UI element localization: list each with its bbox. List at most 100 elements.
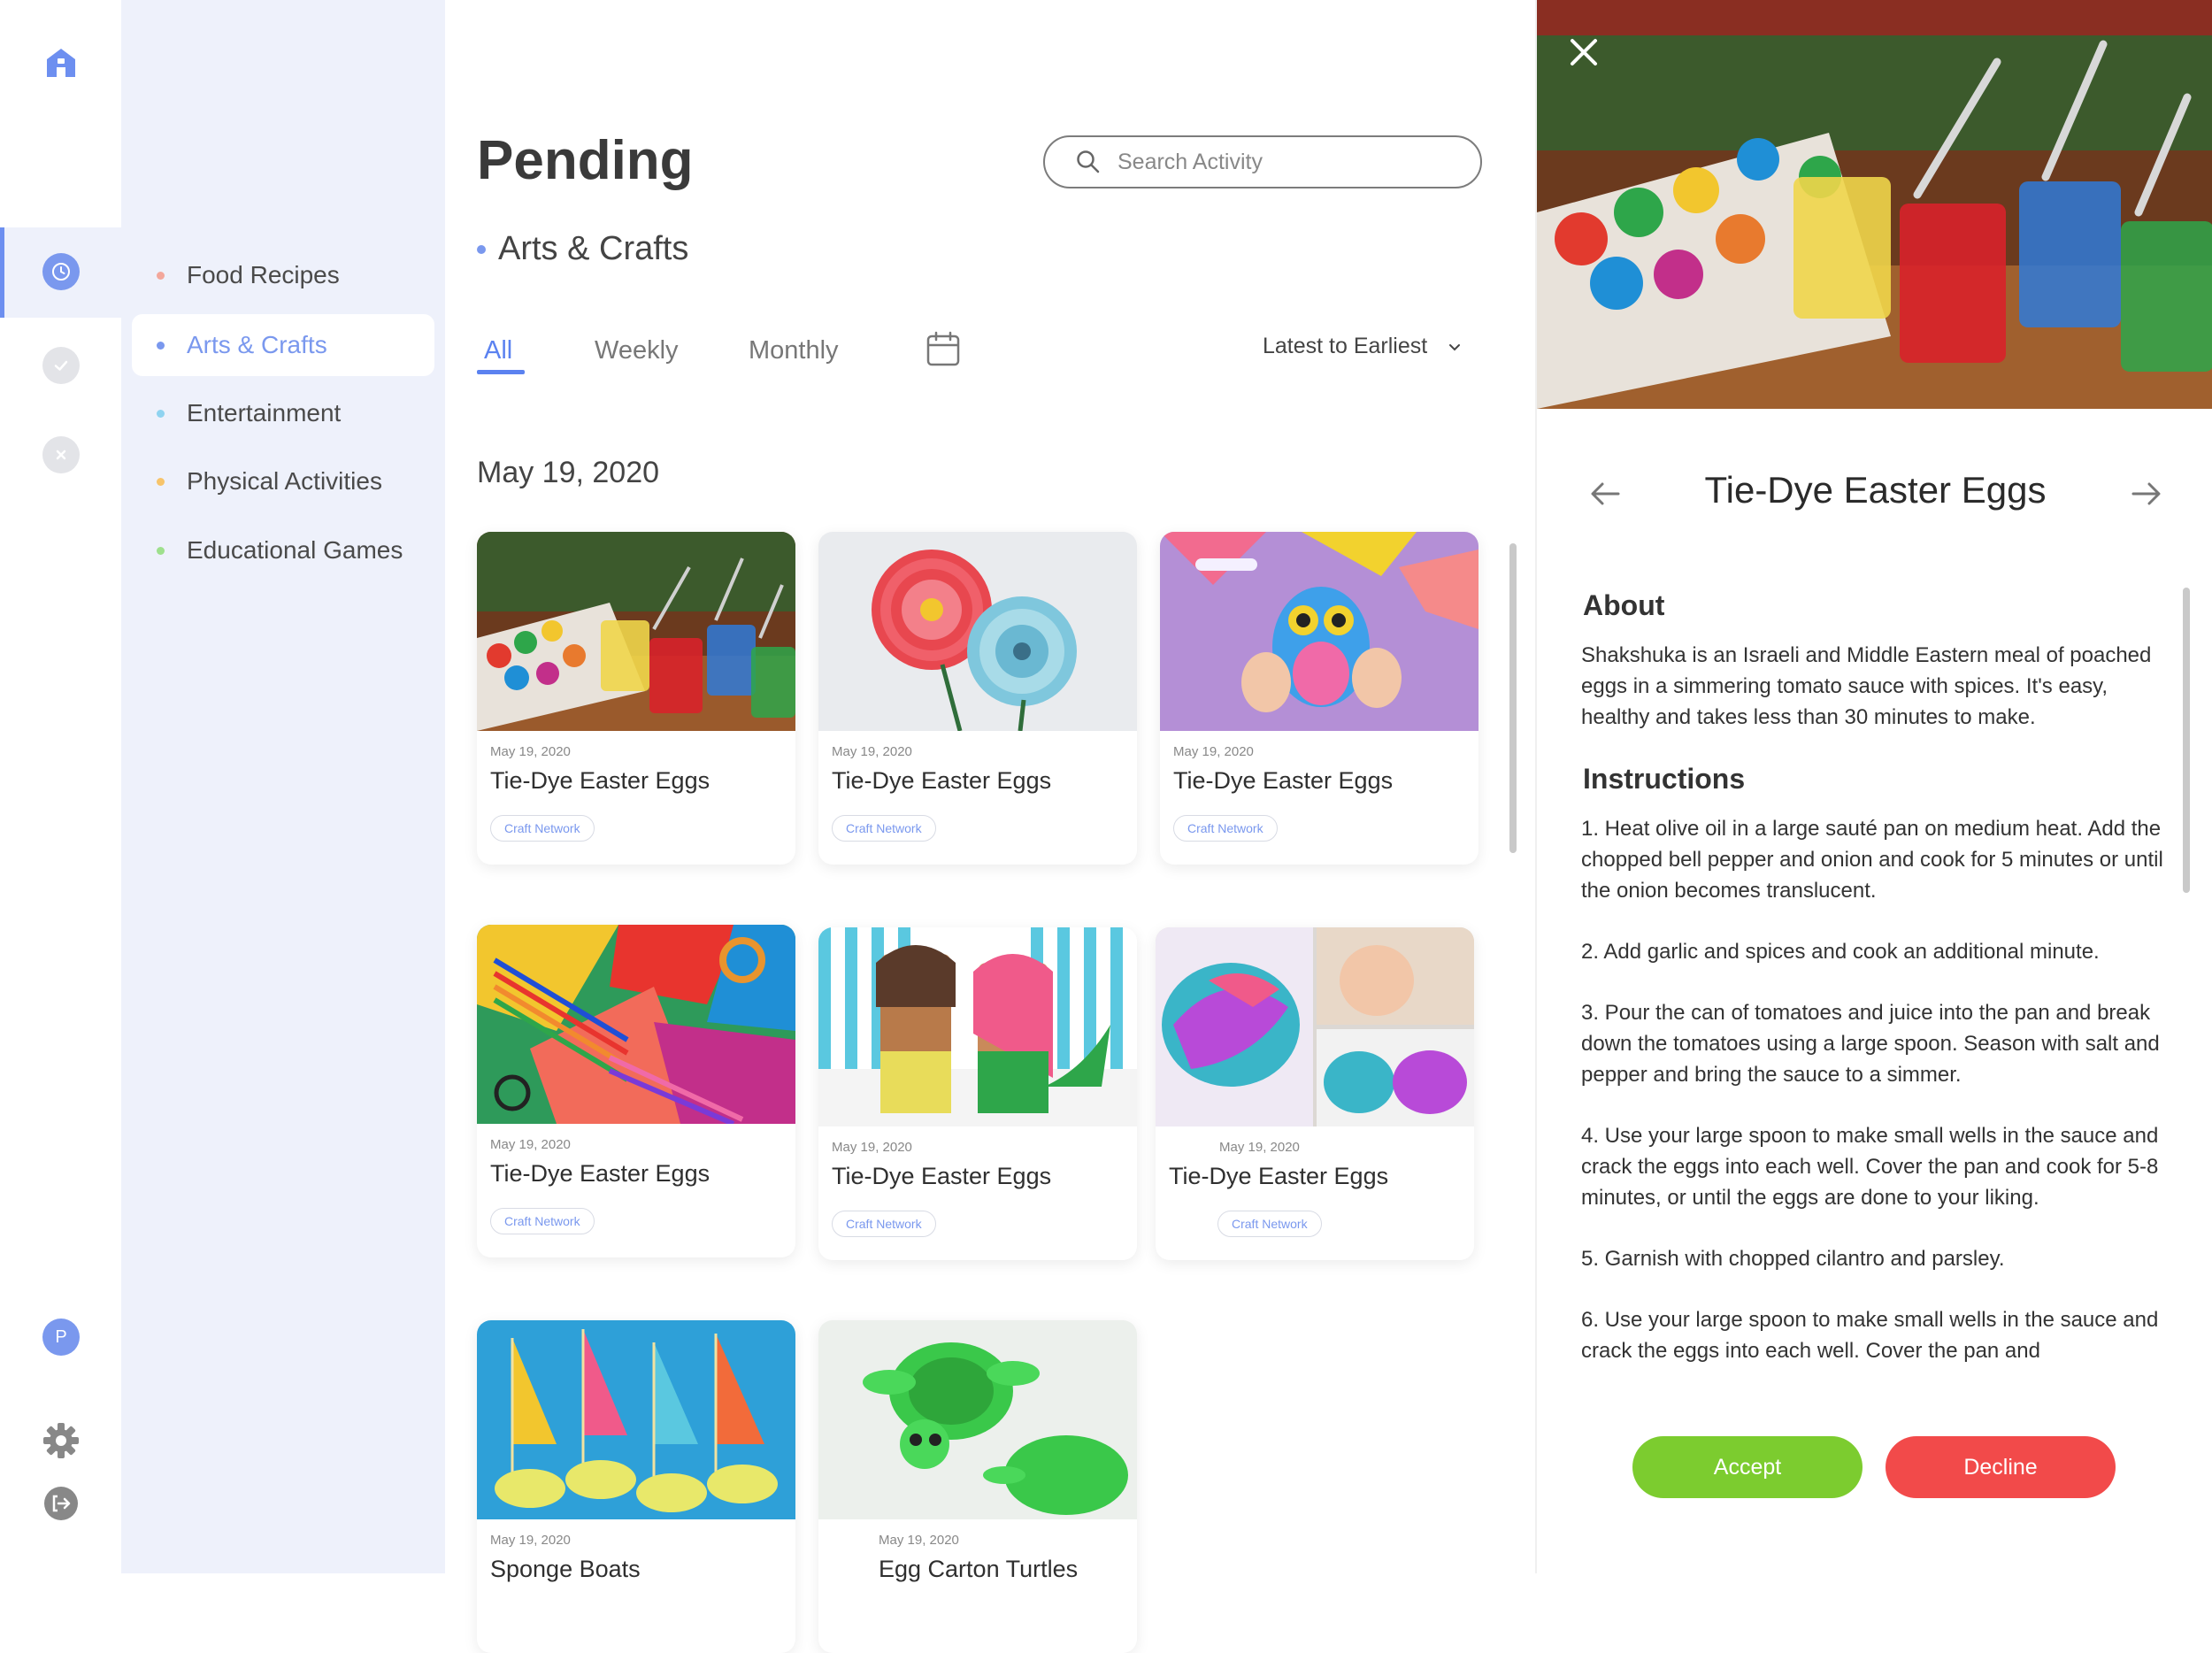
close-icon[interactable] [1569, 37, 1599, 67]
activity-card[interactable]: May 19, 2020 Egg Carton Turtles [818, 1320, 1137, 1653]
card-title: Tie-Dye Easter Eggs [832, 767, 1052, 794]
card-tag: Craft Network [832, 1211, 936, 1237]
sort-label: Latest to Earliest [1263, 334, 1428, 358]
date-group-heading: May 19, 2020 [477, 456, 660, 489]
main-content: Pending Arts & Crafts All Weekly Monthly… [445, 0, 1535, 1653]
category-bullet [157, 272, 165, 280]
activity-card[interactable]: May 19, 2020 Tie-Dye Easter Eggs Craft N… [1160, 532, 1479, 865]
instruction-step: 1. Heat olive oil in a large sauté pan o… [1581, 817, 2163, 903]
home-icon[interactable] [44, 46, 78, 80]
card-date: May 19, 2020 [1173, 744, 1254, 759]
detail-content: About Shakshuka is an Israeli and Middle… [1581, 584, 2174, 1407]
card-tag: Craft Network [490, 1208, 595, 1234]
detail-scrollbar[interactable] [2183, 588, 2190, 893]
paper-flowers-photo [818, 532, 1137, 731]
card-title: Tie-Dye Easter Eggs [1169, 1163, 1389, 1189]
accept-button[interactable]: Accept [1632, 1436, 1863, 1498]
card-title: Tie-Dye Easter Eggs [490, 1160, 710, 1187]
card-title: Tie-Dye Easter Eggs [490, 767, 710, 794]
card-title: Tie-Dye Easter Eggs [1173, 767, 1394, 794]
category-bullet [157, 342, 165, 350]
card-tag: Craft Network [490, 815, 595, 842]
card-date: May 19, 2020 [490, 1533, 571, 1548]
activity-card[interactable]: May 19, 2020 Tie-Dye Easter Eggs Craft N… [477, 532, 795, 865]
tab-all[interactable]: All [484, 336, 512, 365]
about-text: Shakshuka is an Israeli and Middle Easte… [1581, 643, 2152, 729]
activity-card[interactable]: May 19, 2020 Tie-Dye Easter Eggs Craft N… [818, 927, 1137, 1260]
activity-card[interactable]: May 19, 2020 Sponge Boats [477, 1320, 795, 1653]
detail-panel: Tie-Dye Easter Eggs About Shakshuka is a… [1535, 0, 2212, 1573]
paper-owl-photo [1160, 532, 1479, 731]
category-bullet [157, 547, 165, 555]
icon-rail: P [0, 0, 121, 1573]
subtitle-bullet [477, 244, 486, 254]
craft-supplies-photo [477, 925, 795, 1124]
logout-icon[interactable] [42, 1485, 80, 1522]
card-title: Egg Carton Turtles [879, 1556, 1079, 1582]
card-title: Tie-Dye Easter Eggs [832, 1163, 1052, 1189]
search-box[interactable] [1043, 135, 1482, 188]
x-icon [56, 450, 66, 460]
card-title: Sponge Boats [490, 1556, 641, 1582]
avatar[interactable]: P [42, 1319, 80, 1356]
tab-weekly[interactable]: Weekly [595, 336, 679, 365]
category-label: Food Recipes [187, 261, 340, 288]
arrow-right-icon[interactable] [2128, 478, 2163, 510]
detail-title: Tie-Dye Easter Eggs [1704, 469, 2047, 511]
category-sidebar: Food Recipes Arts & Crafts Entertainment… [121, 0, 445, 1573]
pending-nav-button[interactable] [42, 253, 80, 290]
accepted-nav-button[interactable] [42, 347, 80, 384]
card-date: May 19, 2020 [832, 744, 912, 759]
activity-card[interactable]: May 19, 2020 Tie-Dye Easter Eggs Craft N… [477, 925, 795, 1257]
chevron-down-icon [1449, 343, 1461, 350]
calendar-icon[interactable] [926, 330, 961, 367]
card-tag: Craft Network [832, 815, 936, 842]
card-date: May 19, 2020 [490, 744, 571, 759]
card-date: May 19, 2020 [879, 1533, 959, 1548]
tab-monthly[interactable]: Monthly [749, 336, 839, 365]
instruction-step: 3. Pour the can of tomatoes and juice in… [1581, 1001, 2160, 1087]
instructions-heading: Instructions [1583, 763, 1746, 795]
check-icon [54, 360, 68, 371]
dye-eggs-hero-photo [1537, 0, 2212, 409]
page-title: Pending [477, 130, 694, 191]
subtitle-label: Arts & Crafts [498, 230, 689, 267]
main-scrollbar[interactable] [1509, 543, 1517, 853]
category-label: Entertainment [187, 399, 342, 427]
search-icon [1077, 150, 1100, 173]
card-tag: Craft Network [1217, 1211, 1322, 1237]
gear-icon[interactable] [41, 1420, 81, 1461]
category-item-physical-activities[interactable]: Physical Activities [132, 450, 434, 512]
activity-card[interactable]: May 19, 2020 Tie-Dye Easter Eggs Craft N… [818, 532, 1137, 865]
category-item-entertainment[interactable]: Entertainment [132, 382, 434, 444]
clock-icon [52, 263, 70, 281]
card-tag: Craft Network [1173, 815, 1278, 842]
card-date: May 19, 2020 [832, 1140, 912, 1155]
category-item-arts-crafts[interactable]: Arts & Crafts [132, 314, 434, 376]
paper-roll-dolls-photo [818, 927, 1137, 1126]
decline-button[interactable]: Decline [1886, 1436, 2116, 1498]
category-label: Physical Activities [187, 467, 382, 495]
category-bullet [157, 478, 165, 486]
category-item-food-recipes[interactable]: Food Recipes [132, 244, 434, 306]
card-date: May 19, 2020 [1219, 1140, 1300, 1155]
egg-carton-turtles-photo [818, 1320, 1137, 1519]
card-date: May 19, 2020 [490, 1137, 571, 1152]
instruction-step: 4. Use your large spoon to make small we… [1581, 1124, 2159, 1210]
instruction-step: 2. Add garlic and spices and cook an add… [1581, 940, 2100, 964]
category-bullet [157, 410, 165, 418]
category-item-educational-games[interactable]: Educational Games [132, 519, 434, 581]
dye-eggs-photo [477, 532, 795, 731]
play-dough-photo [1156, 927, 1474, 1126]
about-heading: About [1583, 589, 1665, 621]
instruction-step: 5. Garnish with chopped cilantro and par… [1581, 1247, 2005, 1271]
declined-nav-button[interactable] [42, 436, 80, 473]
category-label: Educational Games [187, 536, 403, 564]
sponge-boats-photo [477, 1320, 795, 1519]
sort-dropdown[interactable]: Latest to Earliest [1263, 334, 1463, 359]
category-label: Arts & Crafts [187, 331, 327, 358]
category-subtitle: Arts & Crafts [477, 230, 688, 268]
instruction-step: 6. Use your large spoon to make small we… [1581, 1308, 2159, 1363]
search-input[interactable] [1118, 149, 1454, 175]
activity-card[interactable]: May 19, 2020 Tie-Dye Easter Eggs Craft N… [1156, 927, 1474, 1260]
